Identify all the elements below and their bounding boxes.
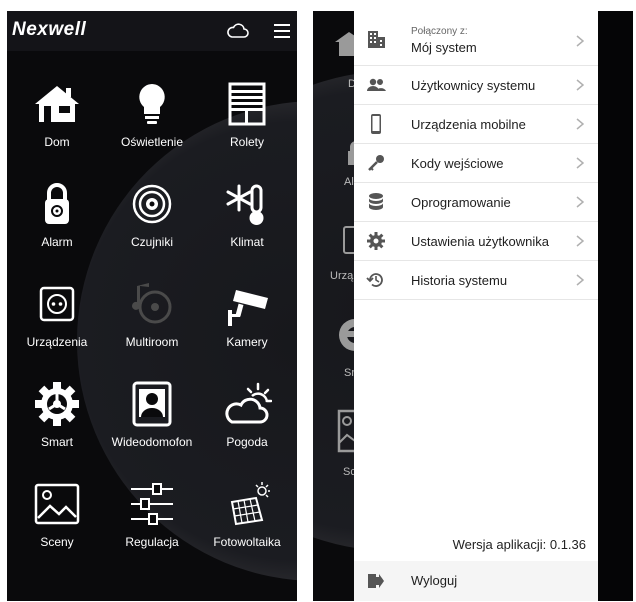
chevron-right-icon xyxy=(576,35,584,47)
top-bar: Nexwell xyxy=(7,11,297,51)
menu-item-label: Ustawienia użytkownika xyxy=(411,234,550,249)
logout-label: Wyloguj xyxy=(411,573,458,588)
weather-icon xyxy=(225,382,272,424)
tile-label: Alarm xyxy=(41,235,73,249)
music-disc-icon xyxy=(132,283,172,324)
menu-item-software[interactable]: Oprogramowanie xyxy=(354,183,598,222)
tile-alarm[interactable]: Alarm xyxy=(9,168,105,268)
tile-label: Czujniki xyxy=(130,235,173,249)
house-icon xyxy=(35,86,79,122)
tile-klimat[interactable]: Klimat xyxy=(199,168,295,268)
tile-smart[interactable]: Smart xyxy=(9,368,105,468)
chevron-right-icon xyxy=(576,235,584,247)
tile-label: Oświetlenie xyxy=(120,135,184,149)
history-icon xyxy=(366,273,383,287)
tile-label: Urządzenia xyxy=(26,335,88,349)
menu-item-label: Historia systemu xyxy=(411,273,508,288)
tile-label-dimmed: Urzą xyxy=(330,270,354,282)
blinds-icon xyxy=(228,82,266,126)
tile-pogoda[interactable]: Pogoda xyxy=(199,368,295,468)
tile-fotowoltaika[interactable]: Fotowoltaika xyxy=(199,468,295,568)
chevron-right-icon xyxy=(576,274,584,286)
menu-item-entry-codes[interactable]: Kody wejściowe xyxy=(354,144,598,183)
menu-item-system-history[interactable]: Historia systemu xyxy=(354,261,598,300)
phone-icon xyxy=(371,114,381,134)
tile-label: Sceny xyxy=(40,535,74,549)
tile-sceny[interactable]: Sceny xyxy=(9,468,105,568)
building-icon xyxy=(368,31,385,48)
tile-kamery[interactable]: Kamery xyxy=(199,268,295,368)
tile-wideodomofon[interactable]: Wideodomofon xyxy=(104,368,200,468)
key-icon xyxy=(368,155,384,171)
tile-label: Smart xyxy=(40,435,73,449)
sensor-icon xyxy=(132,184,172,224)
drawer-scrim[interactable] xyxy=(598,11,633,601)
chevron-right-icon xyxy=(576,196,584,208)
sliders-icon xyxy=(131,483,173,525)
gear-icon xyxy=(35,382,79,426)
chevron-right-icon xyxy=(576,118,584,130)
menu-screen: D Al Urzą Sr Sc Połączony z: Mój system xyxy=(313,11,633,601)
tile-label-dimmed: Al xyxy=(344,176,354,188)
menu-item-label: Użytkownicy systemu xyxy=(411,78,536,93)
tile-urzadzenia[interactable]: Urządzenia xyxy=(9,268,105,368)
tile-regulacja[interactable]: Regulacja xyxy=(104,468,200,568)
tile-label: Multiroom xyxy=(125,335,179,349)
tile-label: Kamery xyxy=(226,335,268,349)
menu-item-user-settings[interactable]: Ustawienia użytkownika xyxy=(354,222,598,261)
padlock-icon xyxy=(45,183,69,224)
tile-oswietlenie[interactable]: Oświetlenie xyxy=(104,68,200,168)
logout-button[interactable]: Wyloguj xyxy=(354,561,598,601)
users-icon xyxy=(367,78,386,91)
camera-icon xyxy=(228,290,268,326)
tile-dom[interactable]: Dom xyxy=(9,68,105,168)
menu-item-label: Urządzenia mobilne xyxy=(411,117,526,132)
solar-panel-icon xyxy=(230,482,270,526)
app-version: Wersja aplikacji: 0.1.36 xyxy=(452,537,586,552)
logout-icon xyxy=(368,574,384,588)
tile-label: Regulacja xyxy=(125,535,179,549)
socket-icon xyxy=(39,286,75,322)
bulb-icon xyxy=(139,84,165,124)
tile-label: Rolety xyxy=(229,135,264,149)
hamburger-menu-icon[interactable] xyxy=(271,20,295,42)
tile-multiroom[interactable]: Multiroom xyxy=(104,268,200,368)
gear-icon-dimmed xyxy=(339,319,355,351)
connected-system-item[interactable]: Połączony z: Mój system xyxy=(354,11,598,66)
chevron-right-icon xyxy=(576,79,584,91)
house-icon-dimmed xyxy=(335,32,355,56)
menu-item-label: Oprogramowanie xyxy=(411,195,511,210)
intercom-icon xyxy=(132,381,172,427)
menu-item-users[interactable]: Użytkownicy systemu xyxy=(354,66,598,105)
tile-label: Klimat xyxy=(230,235,264,249)
settings-icon xyxy=(367,232,385,250)
connected-label: Połączony z: xyxy=(411,26,468,37)
image-icon-dimmed xyxy=(337,409,355,453)
tile-label: Pogoda xyxy=(226,435,268,449)
thermometer-snow-icon xyxy=(226,184,264,225)
tile-czujniki[interactable]: Czujniki xyxy=(104,168,200,268)
chevron-right-icon xyxy=(576,157,584,169)
home-screen: Nexwell Dom Oświetlenie Rolety Alarm Czu… xyxy=(7,11,297,601)
tile-label: Fotowoltaika xyxy=(213,535,281,549)
menu-item-label: Kody wejściowe xyxy=(411,156,504,171)
tile-label: Dom xyxy=(44,135,70,149)
navigation-drawer: Połączony z: Mój system Użytkownicy syst… xyxy=(354,11,598,601)
cloud-icon[interactable] xyxy=(226,20,250,42)
menu-item-mobile-devices[interactable]: Urządzenia mobilne xyxy=(354,105,598,144)
tile-rolety[interactable]: Rolety xyxy=(199,68,295,168)
database-icon xyxy=(369,193,383,210)
app-logo: Nexwell xyxy=(12,19,87,40)
image-icon xyxy=(34,483,80,525)
connected-system-name: Mój system xyxy=(411,40,477,55)
tile-label: Wideodomofon xyxy=(111,435,193,449)
